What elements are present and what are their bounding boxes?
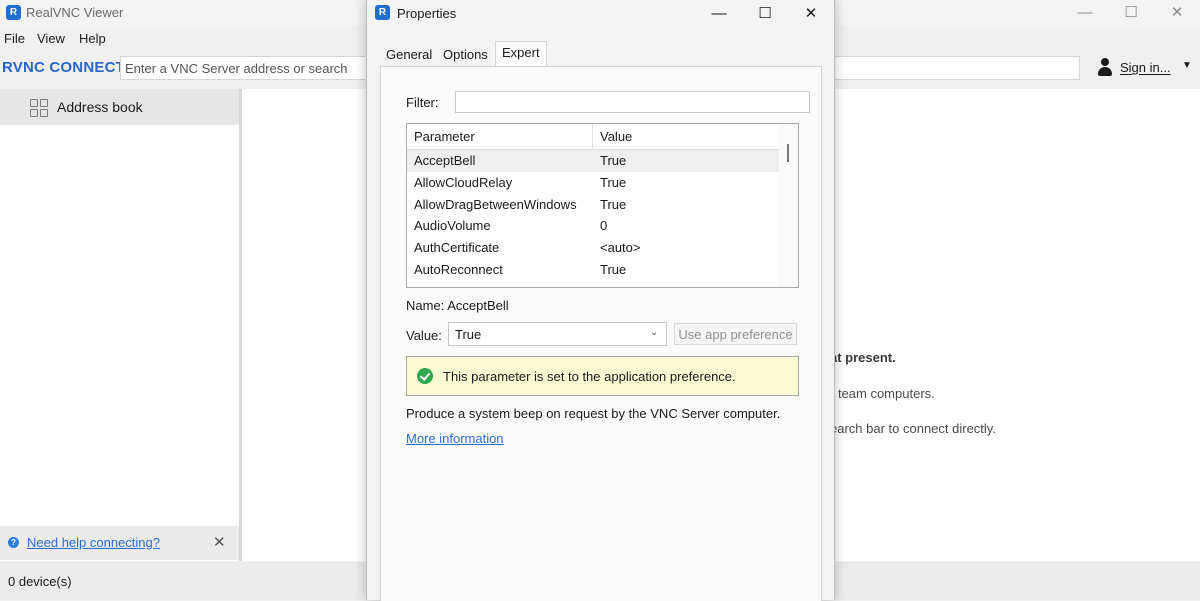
- parameter-value: 0: [600, 218, 608, 233]
- menu-help[interactable]: Help: [79, 31, 106, 46]
- sidebar: Address book ? Need help connecting? ✕: [0, 89, 242, 561]
- chevron-down-icon: ⌄: [650, 327, 659, 338]
- table-row[interactable]: AllowCloudRelay True: [407, 172, 779, 194]
- window-title: RealVNC Viewer: [26, 5, 124, 20]
- table-row[interactable]: AudioVolume 0: [407, 215, 779, 237]
- parameter-value: <auto>: [600, 240, 641, 255]
- scrollbar-thumb[interactable]: [787, 144, 789, 162]
- parameter-value: True: [600, 197, 627, 212]
- dialog-titlebar: R Properties — ☐ ✕: [367, 0, 834, 30]
- realvnc-app-icon: R: [375, 5, 390, 20]
- dialog-maximize-button[interactable]: ☐: [751, 2, 779, 26]
- realvnc-app-icon: R: [6, 5, 21, 20]
- close-icon[interactable]: ✕: [213, 533, 226, 551]
- table-scrollbar[interactable]: [779, 124, 798, 287]
- empty-state-line-3: earch bar to connect directly.: [830, 421, 996, 436]
- minimize-button[interactable]: —: [1073, 2, 1097, 24]
- parameter-name: AutoReconnect: [414, 262, 503, 277]
- filter-input[interactable]: [456, 92, 813, 114]
- dialog-close-button[interactable]: ✕: [797, 2, 825, 26]
- expert-panel: Filter: Parameter Value AcceptBell True …: [380, 66, 822, 601]
- check-circle-icon: [417, 368, 433, 384]
- name-label-text: Name:: [406, 298, 445, 313]
- name-value: AcceptBell: [447, 298, 509, 313]
- need-help-link[interactable]: Need help connecting?: [27, 535, 160, 550]
- parameter-value: True: [600, 153, 627, 168]
- parameter-value: True: [600, 175, 627, 190]
- parameter-name: AuthCertificate: [414, 240, 500, 255]
- maximize-button[interactable]: ☐: [1119, 2, 1143, 24]
- help-icon: ?: [8, 537, 19, 548]
- table-row[interactable]: AllowDragBetweenWindows True: [407, 194, 779, 216]
- menu-file[interactable]: File: [4, 31, 25, 46]
- filter-label: Filter:: [406, 95, 439, 110]
- chevron-down-icon[interactable]: ▼: [1182, 60, 1192, 71]
- parameter-description: Produce a system beep on request by the …: [406, 406, 781, 421]
- info-message-text: This parameter is set to the application…: [443, 369, 736, 384]
- filter-field[interactable]: [455, 91, 813, 114]
- empty-state-line-2: r team computers.: [830, 386, 935, 401]
- value-label: Value:: [406, 328, 442, 343]
- sidebar-item-label: Address book: [57, 99, 143, 115]
- grid-icon: [30, 99, 48, 117]
- parameter-name: AcceptBell: [414, 153, 476, 168]
- name-label: Name: AcceptBell: [406, 298, 509, 313]
- dialog-minimize-button[interactable]: —: [705, 2, 733, 26]
- column-header-parameter[interactable]: Parameter: [407, 124, 593, 150]
- close-button[interactable]: ✕: [1165, 2, 1189, 24]
- value-dropdown-selected: True: [455, 327, 482, 342]
- parameter-name: AudioVolume: [414, 218, 491, 233]
- table-row[interactable]: AuthCertificate <auto>: [407, 237, 779, 259]
- tab-expert[interactable]: Expert: [495, 41, 547, 67]
- user-icon: [1096, 57, 1114, 77]
- column-header-value[interactable]: Value: [593, 124, 779, 150]
- parameter-table[interactable]: Parameter Value AcceptBell True AllowClo…: [406, 123, 799, 288]
- parameter-name: AllowDragBetweenWindows: [414, 197, 577, 212]
- use-app-preference-button[interactable]: Use app preference: [674, 323, 797, 345]
- value-dropdown[interactable]: True ⌄: [448, 322, 667, 346]
- parameter-value: True: [600, 262, 627, 277]
- empty-state-line-1: at present.: [830, 350, 896, 365]
- info-message-box: This parameter is set to the application…: [406, 356, 799, 396]
- device-count: 0 device(s): [8, 574, 72, 589]
- realvnc-connect-logo: RVNC CONNECT: [2, 59, 125, 76]
- dialog-title: Properties: [397, 6, 457, 21]
- help-banner: ? Need help connecting? ✕: [0, 526, 239, 560]
- sidebar-item-address-book[interactable]: Address book: [0, 89, 239, 125]
- more-information-link[interactable]: More information: [406, 431, 504, 446]
- sign-in-label: Sign in...: [1120, 60, 1171, 75]
- tab-general[interactable]: General: [386, 44, 432, 66]
- menu-view[interactable]: View: [37, 31, 65, 46]
- parameter-name: AllowCloudRelay: [414, 175, 513, 190]
- table-row[interactable]: AutoReconnect True: [407, 259, 779, 281]
- table-row[interactable]: AcceptBell True: [407, 150, 779, 172]
- tab-options[interactable]: Options: [443, 44, 488, 66]
- properties-dialog: R Properties — ☐ ✕ General Options Exper…: [366, 0, 835, 601]
